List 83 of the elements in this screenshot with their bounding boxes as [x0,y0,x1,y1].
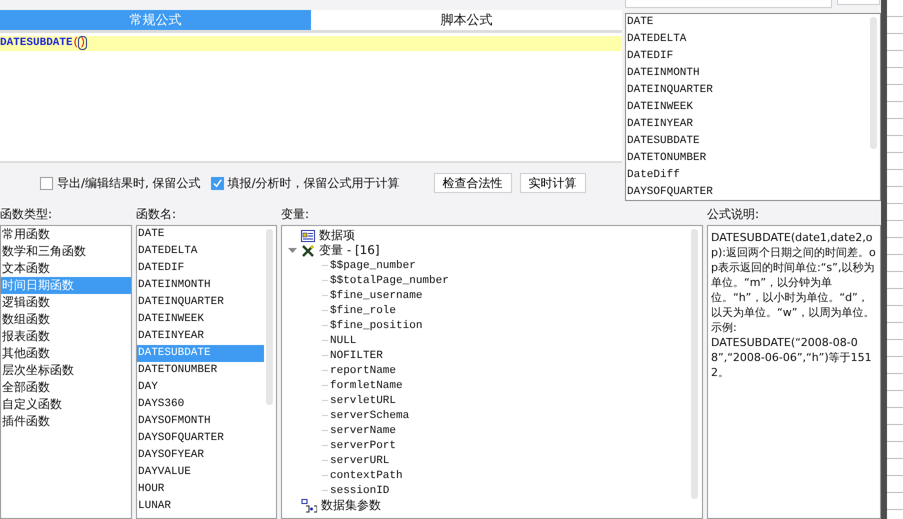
function-name-item[interactable]: DATEINMONTH [137,277,264,294]
dataset-parameter-icon [301,498,317,512]
function-name-item[interactable]: DAYVALUE [137,464,264,481]
variable-item[interactable]: NOFILTER [330,350,383,362]
category-item[interactable]: 常用函数 [1,226,131,243]
scrollbar[interactable] [691,229,698,499]
function-name-item[interactable]: HOUR [137,481,264,498]
variable-item[interactable]: sessionID [330,484,390,496]
variable-item[interactable]: serverName [330,424,396,436]
function-name-item[interactable]: DAY [137,379,264,396]
function-name-item[interactable]: DATEDELTA [137,243,264,260]
function-list-item[interactable]: DATESUBDATE [626,133,880,150]
category-item[interactable]: 插件函数 [1,413,131,430]
formula-tab[interactable]: 脚本公式 [311,10,622,30]
variable-item[interactable]: contextPath [330,470,403,482]
function-name-item[interactable]: DAYSOFYEAR [137,447,264,464]
tree-node-label[interactable]: 数据集参数 [321,497,381,514]
scrollbar[interactable] [870,17,877,149]
formula-function-name: DATESUBDATE [0,37,73,49]
checkbox-label: 导出/编辑结果时, 保留公式 [57,174,201,192]
variable-icon [301,244,315,256]
open-paren: ( [72,37,80,49]
variable-item[interactable]: servletURL [330,394,396,406]
scrollbar[interactable] [266,229,273,405]
section-label: 公式说明: [707,206,760,223]
section-label: 变量: [281,206,310,223]
function-name-item[interactable]: DATEINYEAR [137,328,264,345]
function-name-item[interactable]: DATETONUMBER [137,362,264,379]
data-item-icon [301,230,315,242]
category-item[interactable]: 层次坐标函数 [1,362,131,379]
tree-node-label[interactable]: 数据项 [319,227,355,244]
function-list-item[interactable]: DAYSOFQUARTER [626,184,880,200]
description-text: DATESUBDATE(“2008-08-08”,“2008-06-06”,“h”)等于1512。 [711,335,873,380]
function-list-item[interactable]: DATEINQUARTER [626,82,880,99]
category-item[interactable]: 逻辑函数 [1,294,131,311]
category-item[interactable]: 全部函数 [1,379,131,396]
function-name-item[interactable]: DAYSOFQUARTER [137,430,264,447]
variable-item[interactable]: $$totalPage_number [330,274,449,286]
checkbox[interactable] [40,176,53,190]
variable-item[interactable]: serverSchema [330,410,410,422]
function-name-item[interactable]: DATEINQUARTER [137,294,264,311]
category-item[interactable]: 文本函数 [1,260,131,277]
collapse-caret-icon[interactable] [288,248,297,254]
function-list-item[interactable]: DATEINYEAR [626,116,880,133]
category-item[interactable]: 数组函数 [1,311,131,328]
function-list-item[interactable]: DATEDIF [626,48,880,65]
function-name-item[interactable]: LUNAR [137,498,264,515]
action-button[interactable]: 实时计算 [520,173,586,193]
action-button[interactable]: 检查合法性 [434,173,512,193]
function-list-item[interactable]: DATEINWEEK [626,99,880,116]
description-text: DATESUBDATE(date1,date2,op):返回两个日期之间的时间差。op表示返回的时间单位:“s”,以秒为单位。“m”，以分钟为单位。“h”，以小时为单位。“d”，以天为单位。“w”，以周为单位。 [711,230,877,320]
category-item[interactable]: 报表函数 [1,328,131,345]
function-list-item[interactable]: DATEDELTA [626,31,880,48]
function-list-item[interactable]: DATEINMONTH [626,65,880,82]
function-list-item[interactable]: DATE [626,14,880,31]
description-text: 示例: [711,320,738,335]
variable-item[interactable]: reportName [330,364,396,376]
function-list-item[interactable]: DATETONUMBER [626,150,880,167]
section-label: 函数类型: [0,206,54,223]
function-name-item[interactable]: DAYSOFMONTH [137,413,264,430]
variable-item[interactable]: $$page_number [330,260,416,272]
variable-item[interactable]: serverURL [330,454,390,466]
function-name-item[interactable]: DATEDIF [137,260,264,277]
tree-node-label[interactable]: 变量 - [16] [319,242,380,259]
variable-item[interactable]: $fine_username [330,290,422,302]
search-field[interactable] [625,0,832,8]
category-item[interactable]: 其他函数 [1,345,131,362]
formula-editor[interactable]: DATESUBDATE() [0,33,622,163]
variable-item[interactable]: $fine_position [330,320,422,332]
variable-item[interactable]: serverPort [330,440,396,452]
category-item[interactable]: 自定义函数 [1,396,131,413]
variable-item[interactable]: $fine_role [330,304,396,316]
close-paren: ) [79,37,86,49]
function-name-item[interactable]: DAYS360 [137,396,264,413]
variable-item[interactable]: formletName [330,380,403,392]
function-name-item[interactable]: DATEINWEEK [137,311,264,328]
checkbox-label: 填报/分析时，保留公式用于计算 [228,174,400,192]
section-label: 函数名: [136,206,178,223]
function-name-item[interactable]: DATE [137,226,264,243]
category-item[interactable]: 数学和三角函数 [1,243,131,260]
variable-item[interactable]: NULL [330,334,356,346]
function-list-item[interactable]: DateDiff [626,167,880,184]
checkbox[interactable] [210,176,224,190]
